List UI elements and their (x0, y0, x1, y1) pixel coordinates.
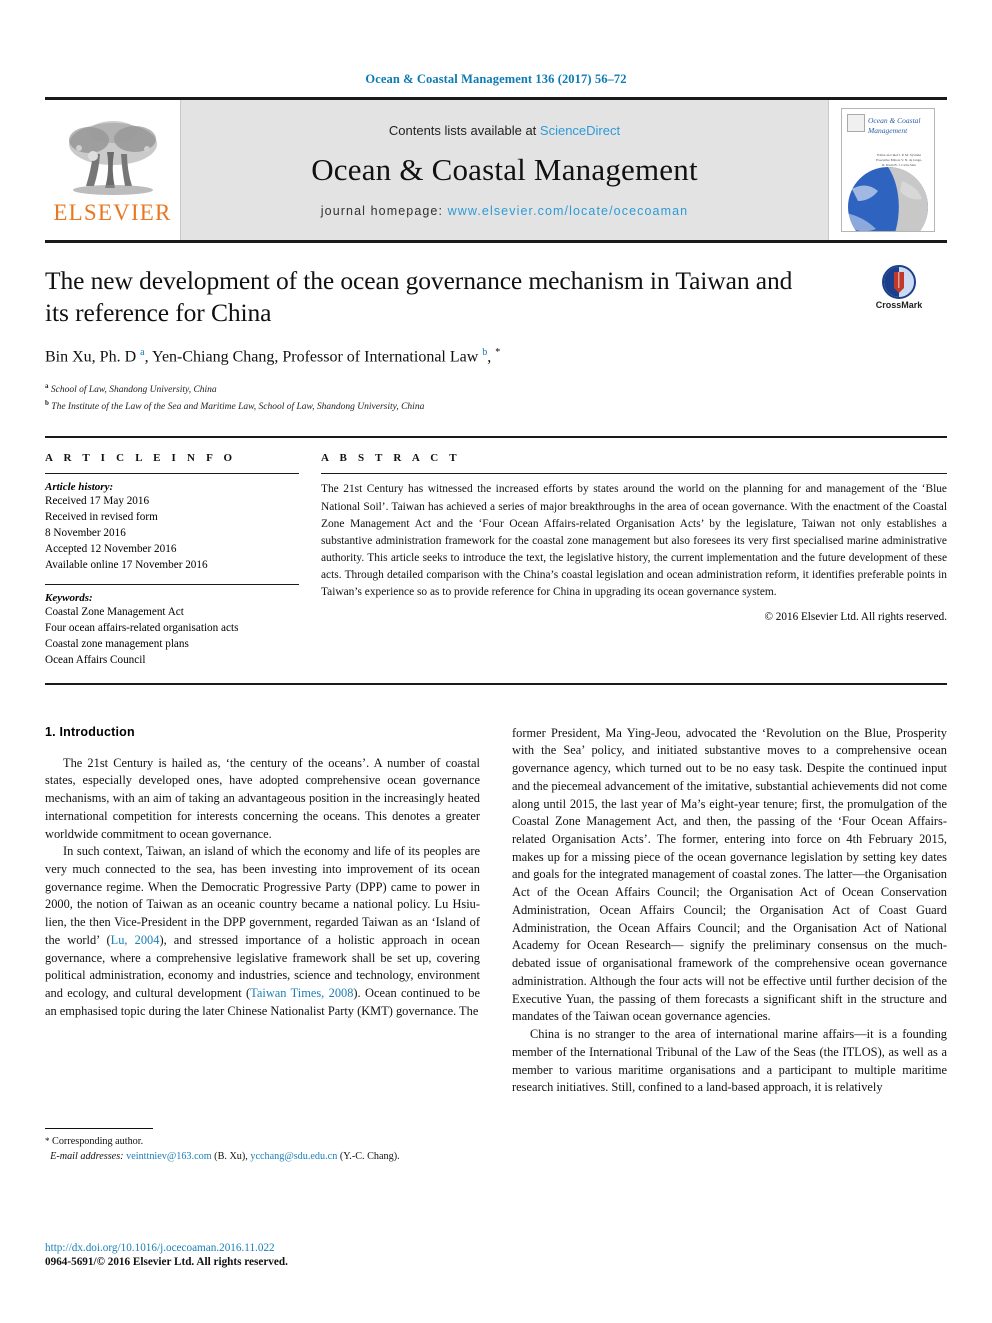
body-column-left: 1. Introduction The 21st Century is hail… (45, 725, 480, 1155)
footnote-block: * Corresponding author. E-mail addresses… (45, 1128, 480, 1165)
divider (45, 583, 299, 585)
article-history-label: Article history: (45, 481, 114, 494)
cover-title-text: Ocean & Coastal Management (868, 116, 921, 135)
keyword-item: Coastal zone management plans (45, 637, 189, 650)
journal-homepage-line: journal homepage: www.elsevier.com/locat… (321, 204, 688, 218)
keywords-label: Keywords: (45, 591, 93, 604)
homepage-prefix: journal homepage: (320, 203, 448, 218)
paragraph: The 21st Century is hailed as, ‘the cent… (45, 755, 480, 841)
journal-homepage-link[interactable]: www.elsevier.com/locate/ocecoaman (448, 204, 689, 218)
issn-copyright-line: 0964-5691/© 2016 Elsevier Ltd. All right… (45, 1256, 288, 1268)
citation-link-lu-2004[interactable]: Lu, 2004 (111, 933, 160, 947)
abstract-heading: A B S T R A C T (321, 452, 461, 465)
journal-masthead: ELSEVIER Contents lists available at Sci… (45, 97, 947, 243)
keyword-item: Coastal Zone Management Act (45, 605, 184, 618)
elsevier-logo: ELSEVIER (45, 100, 180, 240)
corresponding-star: * (45, 1136, 50, 1146)
divider (321, 473, 947, 475)
email-owner-1: (B. Xu) (214, 1151, 246, 1163)
info-abstract-band: A R T I C L E I N F O Article history: R… (45, 436, 947, 685)
paragraph: In such context, Taiwan, an island of wh… (45, 843, 480, 1020)
affiliation-a: a School of Law, Shandong University, Ch… (45, 381, 947, 398)
history-item: Received 17 May 2016 (45, 495, 150, 508)
section-heading-introduction: 1. Introduction (45, 724, 135, 739)
journal-title: Ocean & Coastal Management (311, 151, 698, 187)
email-link-bin-xu[interactable]: veinttniev@163.com (126, 1151, 212, 1162)
elsevier-tree-icon (68, 121, 157, 195)
paper-page: Ocean & Coastal Management 136 (2017) 56… (0, 0, 992, 1323)
email-owner-2: (Y.-C. Chang). (339, 1151, 400, 1163)
abstract-column: A B S T R A C T The 21st Century has wit… (321, 452, 947, 668)
divider (45, 473, 299, 475)
body-columns: 1. Introduction The 21st Century is hail… (45, 725, 947, 1155)
affiliation-text-b: The Institute of the Law of the Sea and … (51, 401, 425, 412)
keyword-item: Ocean Affairs Council (45, 653, 146, 666)
keyword-item: Four ocean affairs-related organisation … (45, 621, 239, 634)
crossmark-icon (882, 265, 916, 299)
doi-link[interactable]: http://dx.doi.org/10.1016/j.ocecoaman.20… (45, 1242, 605, 1254)
footnote-rule (45, 1128, 153, 1129)
paragraph: former President, Ma Ying-Jeou, advocate… (512, 725, 947, 1024)
abstract-copyright: © 2016 Elsevier Ltd. All rights reserved… (764, 611, 948, 624)
journal-cover: Ocean & Coastal Management Editor-in-Chi… (829, 100, 947, 240)
footer-doi-block: http://dx.doi.org/10.1016/j.ocecoaman.20… (45, 1242, 605, 1268)
history-item: Received in revised form (45, 511, 158, 524)
citation-link-taiwan-times-2008[interactable]: Taiwan Times, 2008 (250, 986, 353, 1000)
email-link-yen-chiang-chang[interactable]: ycchang@sdu.edu.cn (250, 1151, 337, 1162)
abstract-text: The 21st Century has witnessed the incre… (321, 483, 947, 599)
corresponding-author-line: * Corresponding author. (45, 1134, 480, 1149)
journal-cover-thumbnail: Ocean & Coastal Management Editor-in-Chi… (841, 108, 935, 232)
paragraph: China is no stranger to the area of inte… (512, 1027, 947, 1095)
contents-lists-line: Contents lists available at ScienceDirec… (389, 123, 620, 138)
contents-prefix: Contents lists available at (388, 122, 540, 138)
running-head: Ocean & Coastal Management 136 (2017) 56… (365, 72, 627, 86)
author-list: Bin Xu, Ph. D a, Yen-Chiang Chang, Profe… (45, 347, 501, 366)
body-column-right: former President, Ma Ying-Jeou, advocate… (512, 725, 947, 1155)
article-info-column: A R T I C L E I N F O Article history: R… (45, 452, 321, 668)
email-addresses-line: E-mail addresses: veinttniev@163.com (B.… (50, 1151, 400, 1163)
paragraph-part: In such context, Taiwan, an island of wh… (45, 844, 480, 947)
affiliation-marker-a: a (45, 381, 49, 390)
sciencedirect-link[interactable]: ScienceDirect (540, 123, 620, 138)
affiliation-marker-b: b (45, 398, 49, 407)
globe-icon (846, 167, 928, 231)
title-area: The new development of the ocean governa… (45, 243, 947, 414)
masthead-center: Contents lists available at ScienceDirec… (180, 100, 829, 240)
corresponding-author-label: Corresponding author. (52, 1136, 144, 1147)
history-item: 8 November 2016 (45, 527, 126, 540)
article-info-heading: A R T I C L E I N F O (45, 452, 237, 465)
crossmark-badge[interactable]: CrossMark (851, 265, 947, 310)
history-item: Available online 17 November 2016 (45, 559, 208, 572)
affiliation-text-a: School of Law, Shandong University, Chin… (50, 384, 217, 395)
cover-elsevier-icon (847, 114, 865, 132)
crossmark-label: CrossMark (875, 300, 923, 310)
history-item: Accepted 12 November 2016 (45, 543, 177, 556)
email-addresses-label: E-mail addresses: (50, 1151, 124, 1163)
page-title: The new development of the ocean governa… (45, 266, 793, 328)
affiliation-b: b The Institute of the Law of the Sea an… (45, 398, 947, 415)
elsevier-wordmark: ELSEVIER (53, 200, 172, 225)
